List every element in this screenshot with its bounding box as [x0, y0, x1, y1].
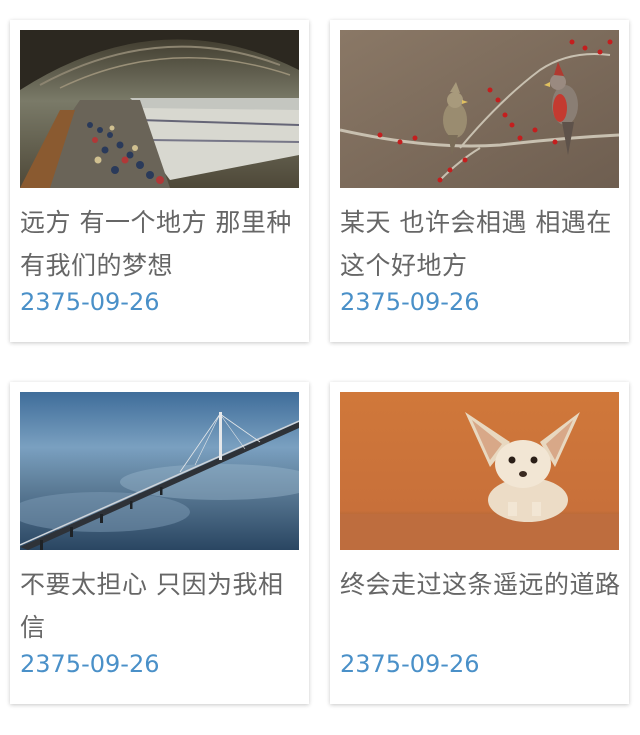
train-station-photo[interactable] [20, 30, 299, 188]
article-date: 2375-09-26 [340, 288, 480, 316]
article-title[interactable]: 不要太担心 只因为我相信 [20, 563, 302, 649]
train-station-image [20, 30, 299, 188]
article-card[interactable]: 终会走过这条遥远的道路 2375-09-26 [330, 382, 629, 704]
article-date: 2375-09-26 [20, 650, 160, 678]
bridge-over-fog-photo[interactable] [20, 392, 299, 550]
bridge-image [20, 392, 299, 550]
article-title[interactable]: 远方 有一个地方 那里种有我们的梦想 [20, 201, 302, 287]
article-date: 2375-09-26 [340, 650, 480, 678]
birds-image [340, 30, 619, 188]
article-title[interactable]: 某天 也许会相遇 相遇在这个好地方 [340, 201, 622, 287]
article-card[interactable]: 不要太担心 只因为我相信 2375-09-26 [10, 382, 309, 704]
article-card[interactable]: 某天 也许会相遇 相遇在这个好地方 2375-09-26 [330, 20, 629, 342]
article-date: 2375-09-26 [20, 288, 160, 316]
birds-on-branch-photo[interactable] [340, 30, 619, 188]
fennec-fox-photo[interactable] [340, 392, 619, 550]
article-card[interactable]: 远方 有一个地方 那里种有我们的梦想 2375-09-26 [10, 20, 309, 342]
fox-image [340, 392, 619, 550]
article-title[interactable]: 终会走过这条遥远的道路 [340, 563, 622, 606]
